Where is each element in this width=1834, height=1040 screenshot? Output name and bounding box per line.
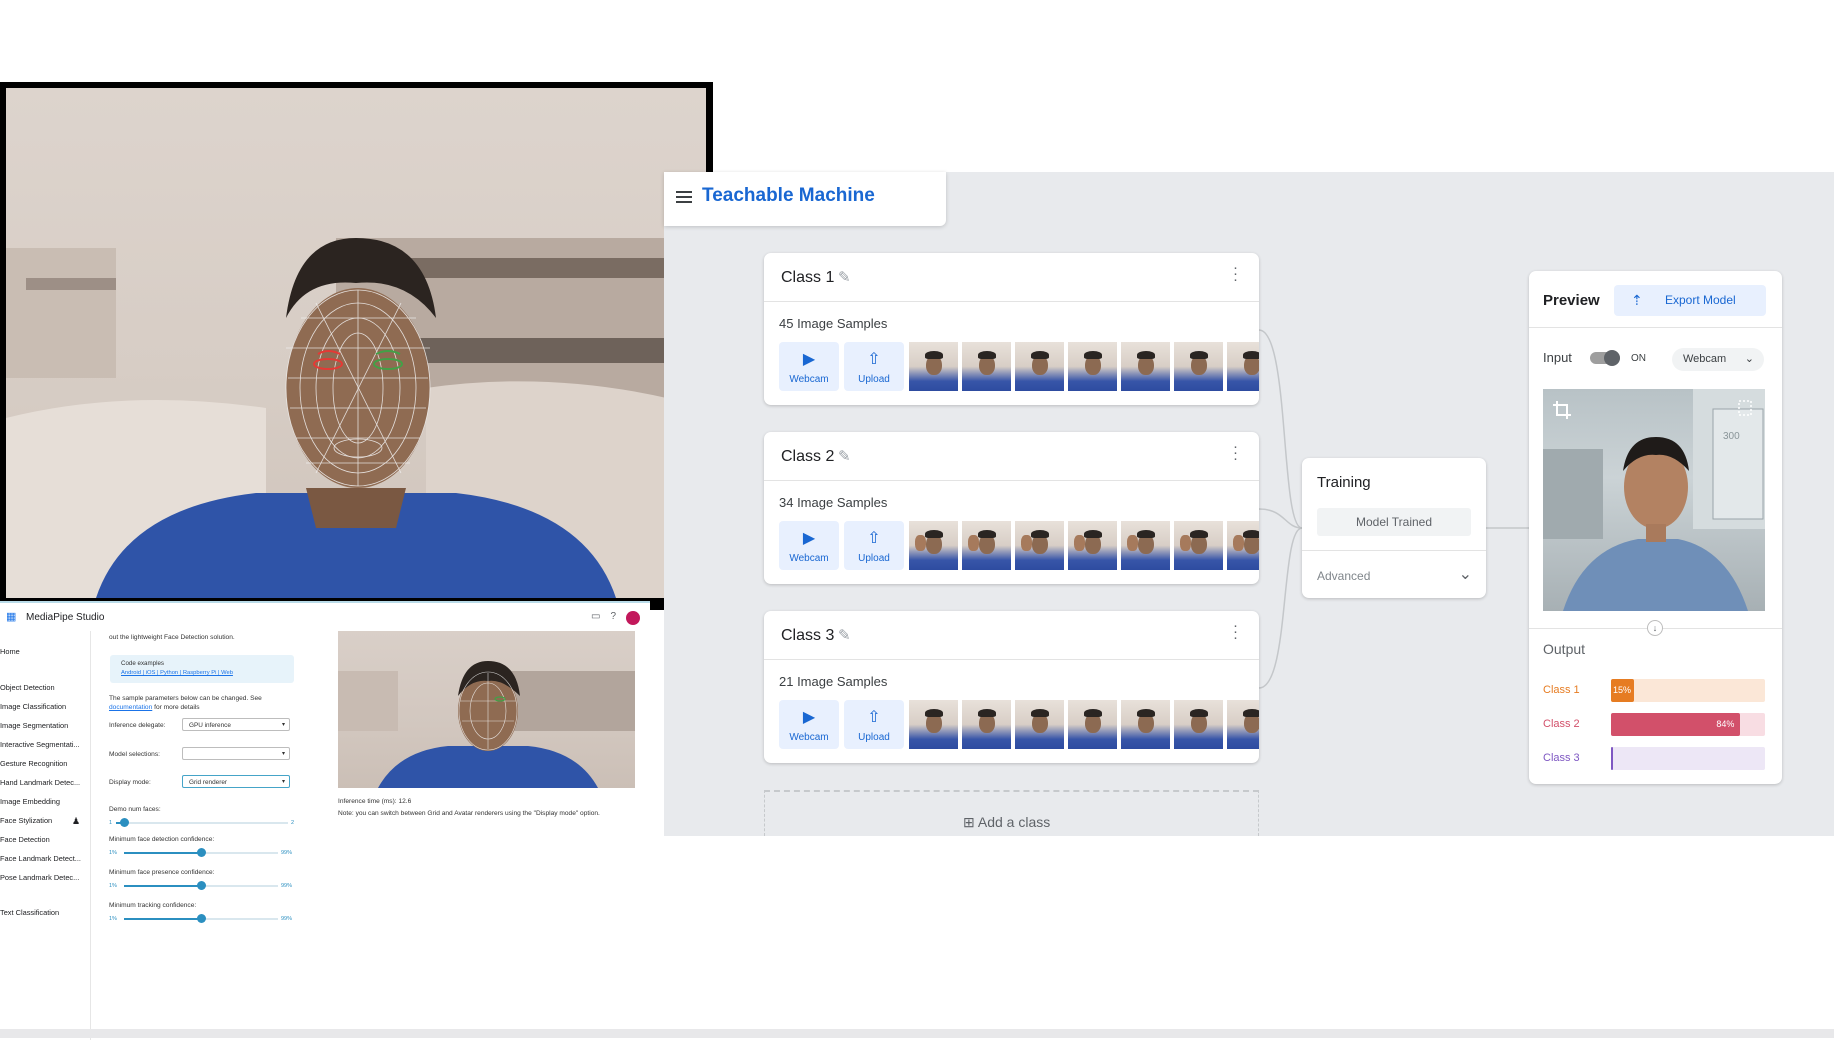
advanced-toggle[interactable]: Advanced: [1317, 569, 1370, 583]
upload-icon: ⇧: [867, 530, 881, 547]
training-card: Training Model Trained Advanced ⌄: [1302, 458, 1486, 598]
output-class-label: Class 1: [1543, 684, 1580, 696]
output-bar-track: 15%: [1611, 679, 1765, 702]
chevron-down-icon[interactable]: ⌄: [1459, 564, 1472, 584]
preview-card: Preview ⇡ Export Model Input ON Webcam ⌄…: [1529, 271, 1782, 784]
sample-thumbnail[interactable]: [1015, 521, 1064, 570]
sample-thumbnail[interactable]: [962, 700, 1011, 749]
sample-count: 21 Image Samples: [779, 674, 888, 689]
add-box-icon: ⊞: [963, 814, 975, 830]
background-sign-text: 300: [1723, 431, 1740, 442]
class-name[interactable]: Class 1: [781, 269, 834, 287]
sample-thumbnail[interactable]: [1068, 521, 1117, 570]
more-vert-icon[interactable]: · · ·: [1233, 618, 1238, 645]
class-card-1: Class 1 ✎ · · · 45 Image Samples ▶ Webcam ⇧…: [764, 253, 1259, 405]
sample-thumbnails[interactable]: [909, 342, 1259, 391]
output-bar-track: [1611, 747, 1765, 770]
class-card-header: Class 2 ✎ · · ·: [764, 432, 1259, 481]
output-bar-track: 84%: [1611, 713, 1765, 736]
class-card-header: Class 3 ✎ · · ·: [764, 611, 1259, 660]
edit-pencil-icon[interactable]: ✎: [838, 447, 851, 465]
export-model-button[interactable]: ⇡ Export Model: [1614, 285, 1766, 316]
videocam-icon: ▶: [802, 351, 816, 368]
output-label: Output: [1543, 641, 1586, 657]
export-icon: ⇡: [1631, 292, 1643, 308]
sample-thumbnail[interactable]: [1174, 342, 1223, 391]
sample-thumbnail[interactable]: [909, 700, 958, 749]
sample-thumbnail[interactable]: [1174, 521, 1223, 570]
class-card-header: Class 1 ✎ · · ·: [764, 253, 1259, 302]
app-title: Teachable Machine: [702, 185, 875, 206]
sample-thumbnail[interactable]: [1227, 342, 1259, 391]
output-percent: 15%: [1613, 685, 1632, 695]
upload-button[interactable]: ⇧ Upload: [844, 342, 904, 391]
divider: [1302, 550, 1486, 551]
sample-thumbnails[interactable]: [909, 521, 1259, 570]
toggle-state: ON: [1631, 353, 1646, 364]
class-card-3: Class 3 ✎ · · · 21 Image Samples ▶ Webcam ⇧…: [764, 611, 1259, 763]
more-vert-icon[interactable]: · · ·: [1233, 439, 1238, 466]
class-name[interactable]: Class 3: [781, 627, 834, 645]
input-label: Input: [1543, 350, 1572, 365]
sample-count: 45 Image Samples: [779, 316, 888, 331]
sample-thumbnail[interactable]: [1015, 342, 1064, 391]
sample-thumbnail[interactable]: [1174, 700, 1223, 749]
output-class-label: Class 3: [1543, 752, 1580, 764]
sample-thumbnail[interactable]: [1015, 700, 1064, 749]
videocam-icon: ▶: [802, 530, 816, 547]
webcam-button[interactable]: ▶ Webcam: [779, 342, 839, 391]
sample-thumbnails[interactable]: [909, 700, 1259, 749]
webcam-button[interactable]: ▶ Webcam: [779, 521, 839, 570]
sample-thumbnail[interactable]: [1121, 342, 1170, 391]
output-bar-fill: [1611, 747, 1613, 770]
edit-pencil-icon[interactable]: ✎: [838, 268, 851, 286]
output-bar-fill: 84%: [1611, 713, 1741, 736]
add-class-button[interactable]: ⊞ Add a class: [963, 814, 1050, 831]
upload-button[interactable]: ⇧ Upload: [844, 700, 904, 749]
videocam-icon: ▶: [802, 709, 816, 726]
teachable-machine-header: Teachable Machine: [664, 172, 946, 226]
sample-thumbnail[interactable]: [1227, 521, 1259, 570]
input-source-select[interactable]: Webcam ⌄: [1672, 348, 1764, 371]
more-vert-icon[interactable]: · · ·: [1233, 260, 1238, 287]
sample-thumbnail[interactable]: [1121, 521, 1170, 570]
sample-thumbnail[interactable]: [962, 521, 1011, 570]
training-title: Training: [1317, 474, 1371, 491]
edit-pencil-icon[interactable]: ✎: [838, 626, 851, 644]
class-card-2: Class 2 ✎ · · · 34 Image Samples ▶ Webcam ⇧…: [764, 432, 1259, 584]
divider: [1529, 327, 1782, 328]
sample-thumbnail[interactable]: [1068, 342, 1117, 391]
bottom-bar: [0, 1029, 1834, 1038]
sample-thumbnail[interactable]: [909, 342, 958, 391]
output-percent: 84%: [1716, 719, 1735, 729]
sample-thumbnail[interactable]: [1068, 700, 1117, 749]
output-bar-fill: 15%: [1611, 679, 1635, 702]
sample-thumbnail[interactable]: [1121, 700, 1170, 749]
sample-thumbnail[interactable]: [962, 342, 1011, 391]
sample-thumbnail[interactable]: [909, 521, 958, 570]
preview-webcam-image: 300: [1543, 389, 1765, 611]
chevron-down-icon: ⌄: [1744, 353, 1754, 365]
sample-count: 34 Image Samples: [779, 495, 888, 510]
upload-icon: ⇧: [867, 351, 881, 368]
upload-button[interactable]: ⇧ Upload: [844, 521, 904, 570]
output-class-label: Class 2: [1543, 718, 1580, 730]
hamburger-menu-icon[interactable]: [676, 191, 692, 206]
webcam-button[interactable]: ▶ Webcam: [779, 700, 839, 749]
arrow-down-icon: ↓: [1647, 620, 1663, 636]
model-trained-button[interactable]: Model Trained: [1317, 508, 1471, 536]
class-name[interactable]: Class 2: [781, 448, 834, 466]
upload-icon: ⇧: [867, 709, 881, 726]
sample-thumbnail[interactable]: [1227, 700, 1259, 749]
input-toggle[interactable]: [1590, 350, 1620, 366]
preview-title: Preview: [1543, 292, 1600, 309]
